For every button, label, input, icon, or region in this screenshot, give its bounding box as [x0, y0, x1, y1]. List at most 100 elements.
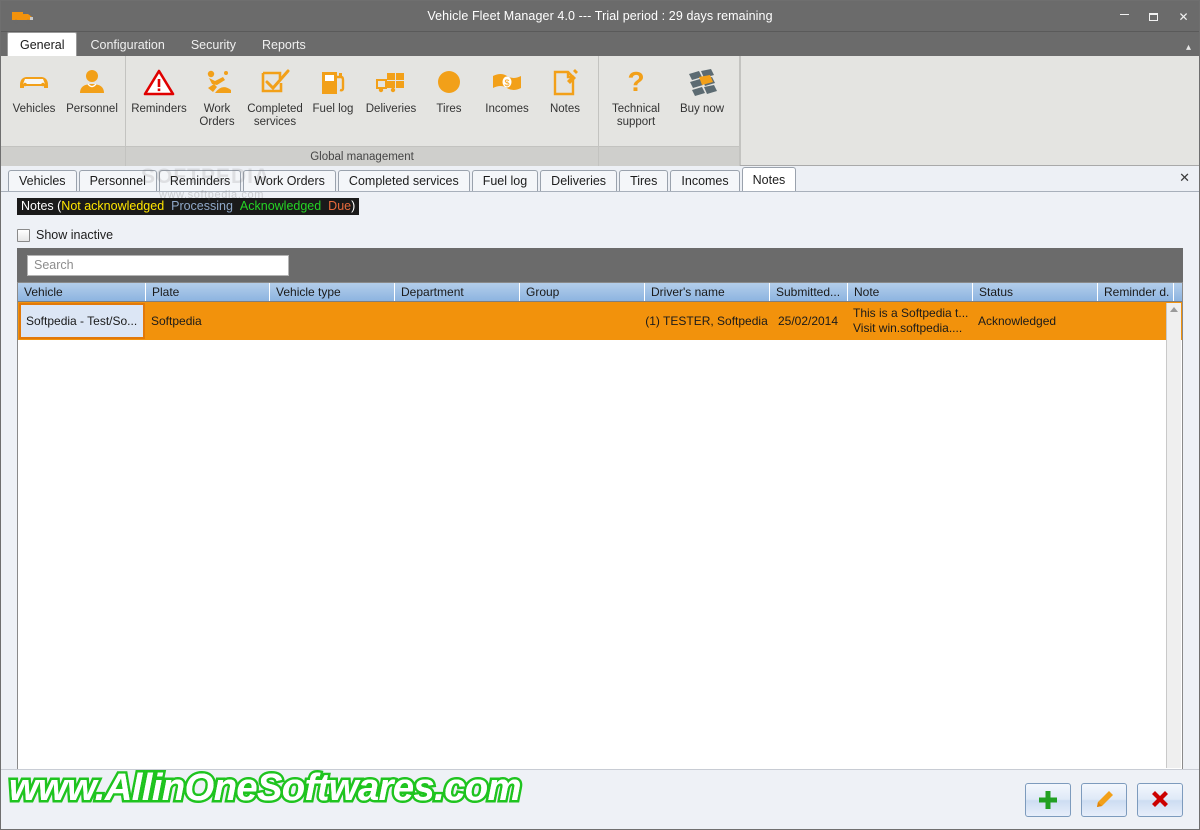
legend-prefix: Notes ( — [21, 199, 62, 213]
column-header-vehicle[interactable]: Vehicle — [18, 283, 146, 301]
ribbon-button-tires[interactable]: Tires — [420, 61, 478, 116]
ribbon-button-work-orders[interactable]: Work Orders — [188, 61, 246, 129]
tab-personnel[interactable]: Personnel — [78, 170, 157, 191]
show-inactive-label: Show inactive — [36, 228, 114, 242]
edit-button[interactable] — [1081, 782, 1127, 817]
ribbon-button-label: Vehicles — [12, 103, 56, 115]
ribbon-button-buy-now[interactable]: Buy now — [669, 61, 735, 116]
status-legend: Notes (Not acknowledged Processing Ackno… — [17, 198, 360, 215]
cell-department[interactable] — [394, 302, 519, 340]
ribbon-button-label: Reminders — [131, 103, 187, 115]
cell-vehicle-type[interactable] — [269, 302, 394, 340]
show-inactive-checkbox[interactable]: Show inactive — [17, 228, 113, 242]
column-header-status[interactable]: Status — [973, 283, 1098, 301]
delivery-truck-icon — [373, 65, 409, 99]
legend-acknowledged: Acknowledged — [239, 199, 322, 213]
column-header-drivers-name[interactable]: Driver's name — [645, 283, 770, 301]
checkbox-box-icon[interactable] — [17, 228, 30, 242]
cell-note-line1: This is a Softpedia t... — [853, 306, 969, 320]
ribbon-button-vehicles[interactable]: Vehicles — [5, 61, 63, 116]
ribbon-button-label: Incomes — [485, 103, 529, 115]
close-button[interactable]: ✕ — [1168, 1, 1199, 32]
add-button[interactable] — [1025, 782, 1071, 817]
minimize-button[interactable] — [1110, 1, 1139, 32]
plus-icon — [1039, 790, 1057, 809]
ribbon-panel: Vehicles Personnel Reminders Work Orders… — [1, 56, 1199, 166]
cell-drivers-name[interactable]: (1) TESTER, Softpedia — [644, 302, 769, 340]
cell-note[interactable]: This is a Softpedia t... Visit win.softp… — [847, 302, 972, 340]
ribbon-button-label: Fuel log — [312, 103, 354, 115]
ribbon-group-label: Global management — [126, 146, 598, 166]
roadwork-icon — [199, 65, 235, 99]
ribbon-button-incomes[interactable]: $ Incomes — [478, 61, 536, 116]
column-header-plate[interactable]: Plate — [146, 283, 270, 301]
money-bill-icon: $ — [489, 65, 525, 99]
svg-text:?: ? — [627, 67, 644, 97]
note-pencil-icon — [547, 65, 583, 99]
ribbon-button-fuel-log[interactable]: Fuel log — [304, 61, 362, 116]
ribbon-group-label — [1, 146, 125, 166]
column-header-reminder-d[interactable]: Reminder d. — [1098, 283, 1174, 301]
tab-vehicles[interactable]: Vehicles — [8, 170, 77, 191]
ribbon-button-notes[interactable]: Notes — [536, 61, 594, 116]
ribbon-button-reminders[interactable]: Reminders — [130, 61, 188, 116]
scroll-up-icon[interactable] — [1170, 307, 1178, 312]
ribbon-button-technical-support[interactable]: ? Technical support — [603, 61, 669, 129]
ribbon-group-label — [599, 146, 739, 166]
notes-panel: Notes (Not acknowledged Processing Ackno… — [1, 192, 1199, 792]
tab-notes[interactable]: Notes — [741, 167, 797, 191]
chevron-up-icon[interactable]: ▴ — [1186, 43, 1191, 53]
tab-reminders[interactable]: Reminders — [158, 170, 242, 191]
cell-note-line2: Visit win.softpedia.... — [853, 321, 963, 335]
close-tab-icon[interactable]: ✕ — [1179, 171, 1190, 184]
ribbon-button-completed-services[interactable]: Completed services — [246, 61, 304, 129]
tab-fuel-log[interactable]: Fuel log — [471, 170, 539, 191]
title-bar: Vehicle Fleet Manager 4.0 --- Trial peri… — [1, 1, 1199, 32]
tab-work-orders[interactable]: Work Orders — [243, 170, 336, 191]
ribbon-button-personnel[interactable]: Personnel — [63, 61, 121, 116]
column-header-submitted[interactable]: Submitted... — [770, 283, 848, 301]
ribbon-button-label: Notes — [549, 103, 581, 115]
grid-body: Softpedia - Test/So... Softpedia (1) TES… — [18, 302, 1182, 769]
ribbon-tab-reports[interactable]: Reports — [249, 33, 319, 56]
ribbon-button-deliveries[interactable]: Deliveries — [362, 61, 420, 116]
cell-reminder-d[interactable] — [1097, 302, 1173, 340]
legend-not-acknowledged: Not acknowledged — [61, 199, 165, 213]
fuel-pump-icon — [315, 65, 351, 99]
x-icon — [1152, 790, 1168, 807]
vertical-scrollbar[interactable] — [1166, 303, 1181, 768]
legend-processing: Processing — [171, 199, 233, 213]
tab-incomes[interactable]: Incomes — [670, 170, 740, 191]
cell-group[interactable] — [519, 302, 644, 340]
window-title: Vehicle Fleet Manager 4.0 --- Trial peri… — [427, 9, 773, 23]
ribbon-tab-security[interactable]: Security — [178, 33, 249, 56]
cell-submitted[interactable]: 25/02/2014 — [769, 302, 847, 340]
checkbox-check-icon — [257, 65, 293, 99]
column-header-department[interactable]: Department — [395, 283, 520, 301]
cell-plate[interactable]: Softpedia — [145, 302, 269, 340]
legend-due: Due — [328, 199, 352, 213]
tab-completed-services[interactable]: Completed services — [337, 170, 470, 191]
ribbon-group-entities: Vehicles Personnel — [1, 56, 126, 166]
column-header-group[interactable]: Group — [520, 283, 645, 301]
notes-grid: Vehicle Plate Vehicle type Department Gr… — [17, 282, 1183, 770]
cell-vehicle[interactable]: Softpedia - Test/So... — [19, 303, 145, 339]
delete-button[interactable] — [1137, 782, 1183, 817]
ribbon-button-label: Work Orders — [199, 103, 235, 128]
table-row[interactable]: Softpedia - Test/So... Softpedia (1) TES… — [18, 302, 1182, 340]
search-bar: Search — [17, 248, 1183, 282]
column-header-vehicle-type[interactable]: Vehicle type — [270, 283, 395, 301]
cell-status[interactable]: Acknowledged — [972, 302, 1097, 340]
car-icon — [16, 65, 52, 99]
legend-suffix: ) — [351, 199, 356, 213]
tab-deliveries[interactable]: Deliveries — [540, 170, 618, 191]
ribbon-button-label: Buy now — [679, 103, 725, 115]
maximize-button[interactable] — [1139, 1, 1168, 32]
tab-tires[interactable]: Tires — [619, 170, 669, 191]
search-input[interactable]: Search — [27, 254, 289, 276]
ribbon-tab-general[interactable]: General — [7, 32, 78, 56]
ribbon-tab-configuration[interactable]: Configuration — [77, 33, 177, 56]
buy-now-icon — [684, 65, 720, 99]
column-header-note[interactable]: Note — [848, 283, 973, 301]
window-controls: ✕ — [1110, 1, 1199, 32]
